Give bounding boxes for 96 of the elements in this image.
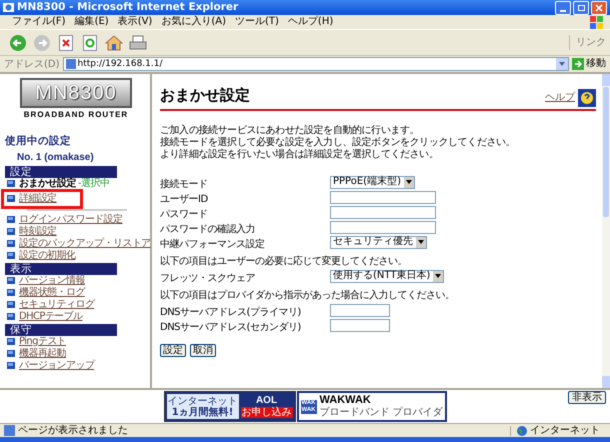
input-field[interactable] [330,318,390,332]
arrow-icon [572,58,584,70]
sidebar-link[interactable]: ログインパスワード設定 [19,214,122,225]
ad-text: 1ヵ月間無料! [172,406,234,418]
sidebar-link[interactable]: DHCPテーブル [19,312,82,322]
close-button[interactable] [591,0,607,14]
field-label: パスワードの確認入力 [160,224,255,235]
ad-banner[interactable]: インターネット 1ヵ月間無料! AOL お申し込み [164,391,296,422]
sidebar-link[interactable]: 設定のバックアップ・リストア [19,238,151,249]
section-header: 設定 [5,166,117,178]
bullet-icon [7,180,15,188]
field-label: フレッツ・スクウェア [160,273,255,284]
ad-brand: WAKWAK [320,394,371,406]
form-button[interactable]: 設定 [160,344,186,356]
field-label: 中継パフォーマンス設定 [160,239,264,250]
current-settings-value: No. 1 (omakase) [16,150,95,165]
section-header: 保守 [5,324,117,336]
stop-icon[interactable] [56,32,76,52]
sidebar-link[interactable]: 時刻設定 [19,226,57,237]
help-link[interactable]: ヘルプ [545,90,575,104]
refresh-icon[interactable] [80,32,100,52]
bullet-icon [7,338,15,346]
zone-text: インターネット [530,426,600,436]
ad-brand: AOL [256,395,278,406]
bullet-icon [7,195,15,202]
section-header: 表示 [5,262,117,275]
ad-text: プロバイダ [392,406,442,418]
current-settings-heading: 使用中の設定 [5,134,72,149]
bullet-icon [7,350,15,358]
input-field[interactable] [330,206,436,218]
minimize-button[interactable] [555,0,571,14]
bullet-icon [7,313,15,320]
ad-text: ブロードバンド [320,406,390,418]
sidebar-link[interactable]: 機器状態・ログ [19,288,85,298]
bullet-icon [7,228,15,236]
bullet-icon [7,240,15,248]
sidebar-link[interactable]: 詳細設定 [19,194,57,204]
menu-item[interactable]: ツール(T) [235,17,279,27]
field-label: パスワード [160,209,208,220]
menu-item[interactable]: ファイル(F) [12,17,66,27]
windows-logo-icon [590,16,604,28]
sidebar-link[interactable]: バージョンアップ [19,360,94,371]
bullet-icon [7,301,15,308]
ad-button: お申し込み [240,407,292,418]
bullet-icon [7,216,15,224]
page-icon [66,59,76,69]
dropdown[interactable]: PPPoE(端末型) [330,176,415,188]
sidebar-link[interactable]: 設定の初期化 [19,250,76,261]
address-field[interactable]: http://192.168.1.1/ [62,57,569,71]
restore-button[interactable] [573,0,589,14]
input-field[interactable] [330,304,390,316]
address-label: アドレス(D) [4,58,60,72]
field-label: 接続モード [160,179,208,190]
input-field[interactable] [330,220,436,234]
menu-item[interactable]: ヘルプ(H) [288,17,334,27]
ad-text: インターネット [168,396,238,406]
home-icon[interactable] [104,32,124,52]
field-label: DNSサーバアドレス(プライマリ) [160,307,301,318]
page-icon [4,425,15,436]
menu-item[interactable]: 表示(V) [118,17,152,27]
field-label: ユーザーID [160,194,208,205]
scrollbar[interactable] [602,74,610,388]
links-label[interactable]: リンク [569,35,606,50]
dropdown-arrow-icon [406,180,412,184]
bullet-icon [7,277,15,284]
instruction-text: 以下の項目はプロバイダから指示があった場合に入力してください。 [160,288,456,302]
input-field[interactable] [330,190,436,204]
active-item-label: おまかせ設定 [19,178,76,189]
go-button[interactable]: 移動 [572,58,606,70]
status-text: ページが表示されました [18,426,128,436]
hide-button[interactable]: 非表示 [568,391,606,404]
selected-status: -選択中 [78,178,110,189]
bullet-icon [7,289,15,296]
intro-text: ご加入の接続サービスにあわせた設定を自動的に行います。 接続モードを選択して必要な設定を入力し、設定ボタンをクリックしてください。 より詳細な設定を行いたい場合は詳細設定を選択してください。 [160,124,516,160]
menu-item[interactable]: 編集(E) [74,17,109,27]
field-label: DNSサーバアドレス(セカンダリ) [160,322,301,333]
browser-icon [3,2,14,13]
instruction-text: 以下の項目はユーザーの必要に応じて変更してください。 [160,254,408,268]
dropdown[interactable]: セキュリティ優先 [330,236,427,248]
form-button[interactable]: 取消 [190,344,216,356]
close-icon [595,4,603,12]
page-title: おまかせ設定 [160,85,251,106]
dropdown-arrow-icon [418,240,424,244]
bullet-icon [7,252,15,260]
sidebar-link[interactable]: Pingテスト [19,336,66,347]
dropdown-arrow-icon [559,62,565,66]
print-icon[interactable] [128,32,148,52]
dropdown[interactable]: 使用する(NTT東日本) [330,270,444,282]
sidebar-link[interactable]: バージョン情報 [19,276,85,286]
window-title: MN8300 - Microsoft Internet Explorer [17,2,240,13]
sidebar-link[interactable]: 機器再起動 [19,348,66,359]
sidebar-link[interactable]: セキュリティログ [19,300,94,310]
help-icon[interactable] [578,88,596,106]
menu-item[interactable]: お気に入り(A) [161,17,226,27]
bullet-icon [7,362,15,370]
dropdown-arrow-icon [435,274,442,278]
